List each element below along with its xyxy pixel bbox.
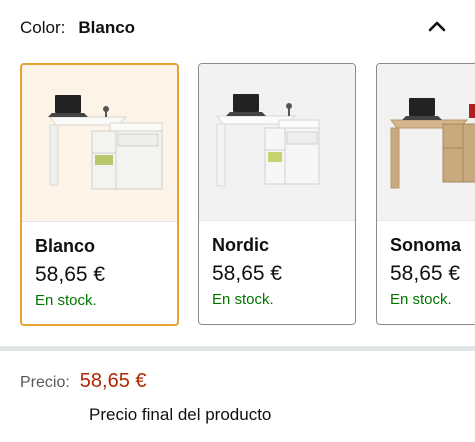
product-image	[377, 64, 475, 221]
swatch-stock: En stock.	[390, 291, 452, 308]
desk-drawing	[216, 94, 320, 187]
swatch-price: 58,65 €	[35, 263, 106, 286]
product-image	[199, 64, 355, 221]
price-row: Precio: 58,65 €	[20, 370, 147, 393]
swatch-name: Sonoma	[390, 235, 462, 255]
product-image	[22, 65, 177, 222]
price-value: 58,65 €	[79, 370, 147, 392]
swatch-name: Blanco	[35, 236, 96, 256]
color-header: Color: Blanco	[20, 18, 135, 44]
swatch-stock: En stock.	[212, 291, 274, 308]
swatch-nordic[interactable]: Nordic 58,65 € En stock.	[198, 63, 356, 325]
swatch-stock: En stock.	[35, 292, 97, 309]
chevron-up-icon[interactable]	[424, 14, 450, 38]
section-divider	[0, 346, 475, 351]
price-label: Precio:	[20, 374, 70, 391]
swatch-price: 58,65 €	[212, 262, 283, 285]
selected-color-value: Blanco	[78, 18, 136, 37]
swatch-sonoma[interactable]: Sonoma 58,65 € En stock.	[376, 63, 475, 325]
color-label: Color:	[20, 18, 66, 37]
swatch-price: 58,65 €	[390, 262, 461, 285]
swatch-blanco[interactable]: Blanco 58,65 € En stock.	[20, 63, 179, 326]
color-swatch-list: Blanco 58,65 € En stock. Nordic 58,65 € …	[0, 63, 475, 327]
desk-drawing	[390, 98, 475, 189]
color-selector-section: Color: Blanco Blanco 58,65 € En stock. N…	[0, 0, 475, 346]
desk-drawing	[48, 95, 163, 190]
swatch-name: Nordic	[212, 235, 270, 255]
price-note: Precio final del producto	[89, 405, 272, 424]
